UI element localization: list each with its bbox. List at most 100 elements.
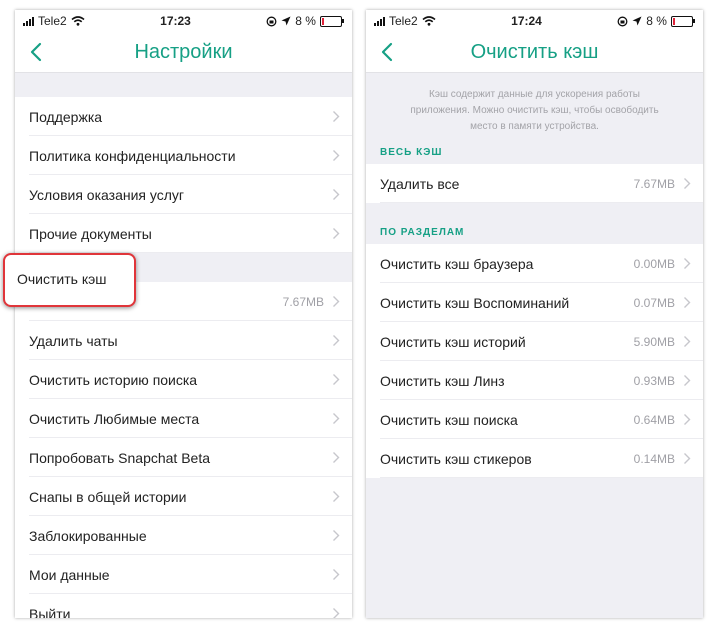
settings-list-top: Поддержка Политика конфиденциальности Ус… bbox=[15, 97, 352, 253]
terms-row[interactable]: Условия оказания услуг bbox=[15, 175, 352, 214]
row-label: Удалить все bbox=[380, 175, 460, 192]
chevron-right-icon bbox=[684, 178, 691, 189]
cache-sections-list: Очистить кэш браузера 0.00MB Очистить кэш… bbox=[366, 244, 703, 478]
cache-size: 0.64MB bbox=[633, 412, 675, 427]
wifi-icon bbox=[71, 16, 85, 26]
row-label: Мои данные bbox=[29, 566, 110, 583]
privacy-policy-row[interactable]: Политика конфиденциальности bbox=[15, 136, 352, 175]
section-header-by-section: ПО РАЗДЕЛАМ bbox=[380, 227, 465, 238]
row-label: Очистить кэш Линз bbox=[380, 372, 505, 389]
clear-cache-screen: Tele2 17:24 8 % Очистить кэш Кэш содержи… bbox=[366, 10, 703, 618]
page-title: Очистить кэш bbox=[470, 40, 599, 63]
chevron-right-icon bbox=[684, 414, 691, 425]
nav-bar: Настройки bbox=[15, 32, 352, 73]
cache-size: 0.14MB bbox=[633, 451, 675, 466]
cache-size: 7.67MB bbox=[633, 176, 675, 191]
chevron-right-icon bbox=[684, 375, 691, 386]
signal-icon bbox=[23, 16, 34, 26]
cache-size: 5.90MB bbox=[633, 334, 675, 349]
clear-cache-highlight[interactable]: Очистить кэш bbox=[3, 253, 136, 307]
clear-stickers-cache-row[interactable]: Очистить кэш стикеров 0.14MB bbox=[366, 439, 703, 478]
clear-stories-cache-row[interactable]: Очистить кэш историй 5.90MB bbox=[366, 322, 703, 361]
clear-search-cache-row[interactable]: Очистить кэш поиска 0.64MB bbox=[366, 400, 703, 439]
chevron-right-icon bbox=[333, 189, 340, 200]
signal-icon bbox=[374, 16, 385, 26]
chevron-right-icon bbox=[333, 111, 340, 122]
chevron-right-icon bbox=[684, 297, 691, 308]
chevron-right-icon bbox=[684, 453, 691, 464]
chevron-right-icon bbox=[333, 335, 340, 346]
row-label: Снапы в общей истории bbox=[29, 488, 187, 505]
cache-size: 0.93MB bbox=[633, 373, 675, 388]
chevron-right-icon bbox=[684, 258, 691, 269]
row-label: Очистить Любимые места bbox=[29, 410, 200, 427]
delete-all-row[interactable]: Удалить все 7.67MB bbox=[366, 164, 703, 203]
row-label: Политика конфиденциальности bbox=[29, 147, 236, 164]
wifi-icon bbox=[422, 16, 436, 26]
cache-size: 7.67MB bbox=[282, 294, 324, 309]
clock: 17:24 bbox=[511, 14, 542, 28]
delete-chats-row[interactable]: Удалить чаты bbox=[15, 321, 352, 360]
settings-screen: Tele2 17:23 8 % Настройки Поддержка Поли… bbox=[15, 10, 352, 618]
status-bar: Tele2 17:24 8 % bbox=[366, 10, 703, 32]
chevron-right-icon bbox=[333, 374, 340, 385]
blocked-row[interactable]: Заблокированные bbox=[15, 516, 352, 555]
rotation-lock-icon bbox=[266, 16, 277, 26]
clear-favorite-places-row[interactable]: Очистить Любимые места bbox=[15, 399, 352, 438]
status-bar: Tele2 17:23 8 % bbox=[15, 10, 352, 32]
my-data-row[interactable]: Мои данные bbox=[15, 555, 352, 594]
clear-memories-cache-row[interactable]: Очистить кэш Воспоминаний 0.07MB bbox=[366, 283, 703, 322]
support-row[interactable]: Поддержка bbox=[15, 97, 352, 136]
highlight-label: Очистить кэш bbox=[17, 271, 107, 287]
chevron-right-icon bbox=[333, 569, 340, 580]
chevron-right-icon bbox=[684, 336, 691, 347]
location-icon bbox=[281, 16, 291, 26]
row-label: Поддержка bbox=[29, 108, 103, 125]
row-label: Очистить кэш поиска bbox=[380, 411, 518, 428]
logout-row[interactable]: Выйти bbox=[15, 594, 352, 618]
row-label: Условия оказания услуг bbox=[29, 186, 184, 203]
shared-story-snaps-row[interactable]: Снапы в общей истории bbox=[15, 477, 352, 516]
carrier-label: Tele2 bbox=[38, 14, 67, 28]
clear-lenses-cache-row[interactable]: Очистить кэш Линз 0.93MB bbox=[366, 361, 703, 400]
clear-search-history-row[interactable]: Очистить историю поиска bbox=[15, 360, 352, 399]
row-label: Очистить кэш Воспоминаний bbox=[380, 294, 570, 311]
row-label: Очистить кэш историй bbox=[380, 333, 526, 350]
cache-description: Кэш содержит данные для ускорения работы… bbox=[410, 89, 659, 132]
chevron-right-icon bbox=[333, 296, 340, 307]
battery-icon bbox=[670, 15, 695, 27]
try-beta-row[interactable]: Попробовать Snapchat Beta bbox=[15, 438, 352, 477]
cache-size: 0.07MB bbox=[633, 295, 675, 310]
chevron-right-icon bbox=[333, 608, 340, 618]
back-chevron-icon[interactable] bbox=[27, 40, 47, 64]
rotation-lock-icon bbox=[617, 16, 628, 26]
battery-percent: 8 % bbox=[646, 14, 667, 28]
battery-percent: 8 % bbox=[295, 14, 316, 28]
row-label: Попробовать Snapchat Beta bbox=[29, 449, 211, 466]
clock: 17:23 bbox=[160, 14, 191, 28]
row-label: Прочие документы bbox=[29, 225, 152, 242]
section-header-all-cache: ВЕСЬ КЭШ bbox=[380, 147, 443, 158]
settings-list-bottom: Очистить кэш7.67MB Удалить чаты Очистить… bbox=[15, 282, 352, 618]
chevron-right-icon bbox=[333, 530, 340, 541]
row-label: Очистить кэш браузера bbox=[380, 255, 534, 272]
other-documents-row[interactable]: Прочие документы bbox=[15, 214, 352, 253]
nav-bar: Очистить кэш bbox=[366, 32, 703, 73]
row-label: Заблокированные bbox=[29, 527, 147, 544]
page-title: Настройки bbox=[134, 40, 233, 63]
battery-icon bbox=[319, 15, 344, 27]
chevron-right-icon bbox=[333, 228, 340, 239]
row-label: Очистить кэш стикеров bbox=[380, 450, 532, 467]
chevron-right-icon bbox=[333, 150, 340, 161]
carrier-label: Tele2 bbox=[389, 14, 418, 28]
chevron-right-icon bbox=[333, 452, 340, 463]
cache-size: 0.00MB bbox=[633, 256, 675, 271]
chevron-right-icon bbox=[333, 413, 340, 424]
row-label: Выйти bbox=[29, 605, 71, 619]
row-label: Очистить историю поиска bbox=[29, 371, 198, 388]
chevron-right-icon bbox=[333, 491, 340, 502]
back-chevron-icon[interactable] bbox=[378, 40, 398, 64]
row-label: Удалить чаты bbox=[29, 332, 118, 349]
clear-browser-cache-row[interactable]: Очистить кэш браузера 0.00MB bbox=[366, 244, 703, 283]
location-icon bbox=[632, 16, 642, 26]
